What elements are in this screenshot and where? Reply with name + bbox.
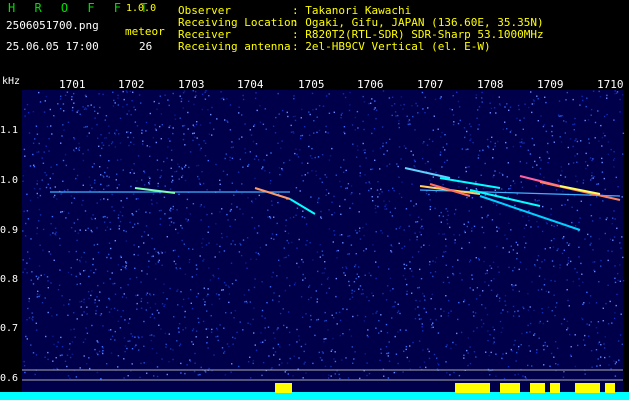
signal-bar — [455, 383, 490, 393]
y-tick: 1.1 — [0, 125, 19, 136]
meteor-count: 26 — [139, 40, 153, 53]
info-val-antenna: : 2el-HB9CV Vertical (el. E-W) — [292, 40, 491, 53]
unit-label: kHz — [2, 76, 21, 87]
signal-bar — [275, 383, 292, 393]
signal-bar — [550, 383, 560, 393]
app-version: 1.0.0 — [126, 3, 157, 14]
file-name: 2506051700.png — [6, 19, 99, 32]
x-tick: 1707 — [417, 78, 444, 91]
signal-level-strip — [0, 392, 629, 400]
x-tick: 1708 — [477, 78, 504, 91]
x-tick: 1704 — [237, 78, 264, 91]
x-tick: 1702 — [118, 78, 145, 91]
signal-bar — [605, 383, 615, 393]
y-tick: 0.6 — [0, 373, 19, 384]
signal-bar — [575, 383, 600, 393]
y-tick: 1.0 — [0, 175, 19, 186]
x-tick: 1706 — [357, 78, 384, 91]
x-tick: 1703 — [178, 78, 205, 91]
signal-bar — [530, 383, 545, 393]
x-tick: 1701 — [59, 78, 86, 91]
x-tick: 1709 — [537, 78, 564, 91]
date-time: 25.06.05 17:00 — [6, 40, 99, 53]
y-tick: 0.8 — [0, 274, 19, 285]
x-tick: 1710 — [597, 78, 624, 91]
info-key-antenna: Receiving antenna — [178, 40, 291, 53]
y-tick: 0.9 — [0, 225, 19, 236]
y-tick: 0.7 — [0, 323, 19, 334]
x-tick: 1705 — [298, 78, 325, 91]
spectrogram-background — [22, 90, 623, 392]
meteor-label: meteor — [125, 25, 165, 38]
signal-bar — [500, 383, 520, 393]
header-panel: H R O F F T 1.0.0 2506051700.png meteor … — [0, 0, 629, 76]
